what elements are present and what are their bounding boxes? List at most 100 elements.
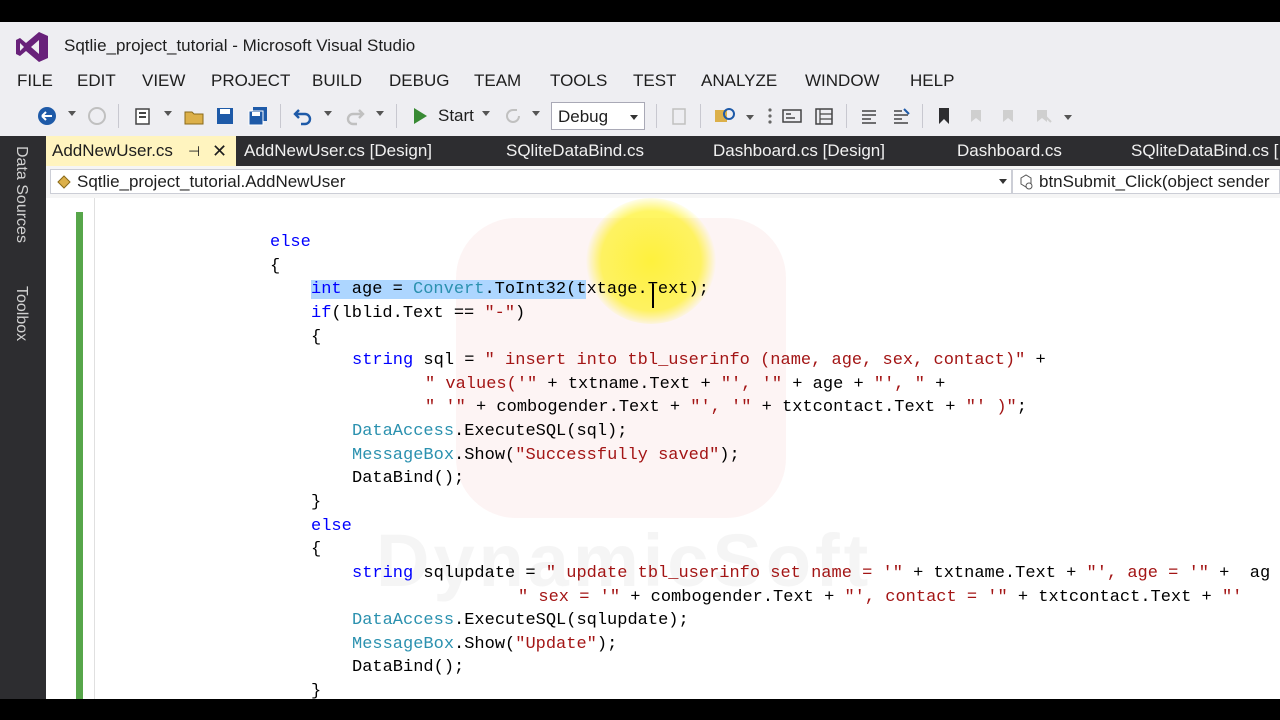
- navigation-bar: Sqtlie_project_tutorial.AddNewUser btnSu…: [46, 166, 1280, 199]
- redo-icon[interactable]: [344, 105, 366, 127]
- tab-label: Dashboard.cs: [957, 141, 1062, 160]
- start-dropdown-icon[interactable]: [482, 111, 490, 116]
- bookmark-icon[interactable]: [934, 105, 954, 127]
- toolbar-separator: [922, 104, 923, 128]
- menu-bar: FILE EDIT VIEW PROJECT BUILD DEBUG TEAM …: [0, 68, 1280, 94]
- next-bookmark-icon[interactable]: [998, 105, 1020, 127]
- code-text[interactable]: else { int age = Convert.ToInt32(txtage.…: [46, 198, 1280, 699]
- find-dropdown-icon[interactable]: [746, 115, 754, 120]
- solution-configuration-value: Debug: [558, 107, 609, 126]
- chevron-down-icon: [630, 115, 638, 120]
- code-line: DataBind();: [352, 469, 465, 488]
- menu-edit[interactable]: EDIT: [77, 71, 116, 91]
- code-line: DataAccess.ExecuteSQL(sql);: [352, 422, 628, 441]
- member-dropdown[interactable]: btnSubmit_Click(object sender: [1012, 169, 1280, 194]
- menu-view[interactable]: VIEW: [142, 71, 185, 91]
- start-icon[interactable]: [410, 105, 430, 127]
- tab-addnewuser-design[interactable]: AddNewUser.cs [Design]: [244, 136, 432, 166]
- refresh-icon[interactable]: [502, 105, 524, 127]
- code-line: " values('" + txtname.Text + "', '" + ag…: [425, 375, 946, 394]
- new-project-dropdown-icon[interactable]: [164, 111, 172, 116]
- code-line: " '" + combogender.Text + "', '" + txtco…: [425, 398, 1027, 417]
- clipboard-icon[interactable]: [668, 105, 690, 127]
- code-line: DataBind();: [352, 658, 465, 677]
- code-line: {: [311, 328, 322, 347]
- find-icon[interactable]: [712, 105, 738, 127]
- tab-sqlitedatabind-cs-2[interactable]: SQliteDataBind.cs [: [1131, 136, 1278, 166]
- code-line: }: [311, 493, 322, 512]
- uncomment-icon[interactable]: [890, 105, 912, 127]
- menu-test[interactable]: TEST: [633, 71, 676, 91]
- pin-icon[interactable]: ⊣: [188, 136, 200, 166]
- code-line: int age = Convert.ToInt32(txtage.Text);: [311, 280, 709, 299]
- more-options-icon[interactable]: [760, 105, 780, 127]
- class-path: Sqtlie_project_tutorial.AddNewUser: [77, 172, 346, 191]
- comment-icon[interactable]: [858, 105, 880, 127]
- back-icon[interactable]: [36, 105, 58, 127]
- solution-configuration-select[interactable]: Debug: [551, 102, 645, 130]
- toolbox-tab[interactable]: Toolbox: [12, 286, 30, 341]
- visual-studio-logo-icon: [16, 32, 48, 62]
- data-sources-tab[interactable]: Data Sources: [12, 146, 30, 243]
- window-title: Sqtlie_project_tutorial - Microsoft Visu…: [64, 36, 416, 55]
- save-icon[interactable]: [214, 105, 236, 127]
- menu-build[interactable]: BUILD: [312, 71, 362, 91]
- clear-bookmarks-icon[interactable]: [1032, 105, 1054, 127]
- menu-help[interactable]: HELP: [910, 71, 954, 91]
- tab-label: AddNewUser.cs [Design]: [244, 141, 433, 160]
- menu-file[interactable]: FILE: [17, 71, 53, 91]
- redo-dropdown-icon[interactable]: [376, 111, 384, 116]
- code-line: if(lblid.Text == "-"): [311, 304, 526, 323]
- forward-icon[interactable]: [86, 105, 108, 127]
- tab-dashboard-cs[interactable]: Dashboard.cs: [957, 136, 1062, 166]
- code-line: {: [311, 540, 322, 559]
- menu-tools[interactable]: TOOLS: [550, 71, 607, 91]
- class-icon: [57, 175, 71, 189]
- back-dropdown-icon[interactable]: [68, 111, 76, 116]
- undo-dropdown-icon[interactable]: [324, 111, 332, 116]
- code-line: " sex = '" + combogender.Text + "', cont…: [518, 588, 1243, 607]
- toolbar-separator: [656, 104, 657, 128]
- menu-team[interactable]: TEAM: [474, 71, 521, 91]
- menu-window[interactable]: WINDOW: [805, 71, 880, 91]
- start-button[interactable]: Start: [438, 106, 474, 126]
- refresh-dropdown-icon[interactable]: [532, 111, 540, 116]
- tab-sqlitedatabind-cs[interactable]: SQliteDataBind.cs: [506, 136, 644, 166]
- close-icon[interactable]: ✕: [212, 136, 227, 166]
- tab-label: AddNewUser.cs: [52, 141, 173, 160]
- toolbar-separator: [118, 104, 119, 128]
- indent-icon[interactable]: [780, 105, 804, 127]
- menu-analyze[interactable]: ANALYZE: [701, 71, 777, 91]
- tab-addnewuser-cs[interactable]: AddNewUser.cs ⊣ ✕: [46, 136, 236, 166]
- toolbar-separator: [700, 104, 701, 128]
- toolbar-overflow-icon[interactable]: [1064, 115, 1072, 120]
- code-line: DataAccess.ExecuteSQL(sqlupdate);: [352, 611, 689, 630]
- document-tab-well: AddNewUser.cs ⊣ ✕ AddNewUser.cs [Design]…: [46, 136, 1280, 166]
- letterbox-bottom: [0, 699, 1280, 720]
- previous-bookmark-icon[interactable]: [966, 105, 988, 127]
- undo-icon[interactable]: [292, 105, 314, 127]
- new-project-icon[interactable]: [132, 105, 154, 127]
- visual-studio-window: Sqtlie_project_tutorial - Microsoft Visu…: [0, 22, 1280, 699]
- method-icon: [1020, 174, 1033, 190]
- tab-dashboard-design[interactable]: Dashboard.cs [Design]: [713, 136, 885, 166]
- code-line: string sql = " insert into tbl_userinfo …: [352, 351, 1046, 370]
- menu-project[interactable]: PROJECT: [211, 71, 290, 91]
- class-dropdown[interactable]: Sqtlie_project_tutorial.AddNewUser: [50, 169, 1012, 194]
- save-all-icon[interactable]: [246, 105, 270, 127]
- standard-toolbar: Start Debug: [0, 96, 1280, 136]
- chevron-down-icon: [999, 179, 1007, 184]
- side-panel: Data Sources Toolbox: [0, 136, 46, 699]
- code-line: else: [270, 233, 311, 252]
- code-editor[interactable]: DynamicSoft else { int age = Convert.ToI…: [46, 198, 1280, 699]
- code-line: else: [311, 517, 352, 536]
- toolbar-separator: [280, 104, 281, 128]
- menu-debug[interactable]: DEBUG: [389, 71, 449, 91]
- letterbox-top: [0, 0, 1280, 22]
- tab-label: SQliteDataBind.cs: [506, 141, 644, 160]
- open-file-icon[interactable]: [182, 105, 206, 127]
- title-bar: Sqtlie_project_tutorial - Microsoft Visu…: [0, 22, 1280, 68]
- toolbar-separator: [846, 104, 847, 128]
- class-view-icon[interactable]: [812, 105, 836, 127]
- code-line: MessageBox.Show("Update");: [352, 635, 618, 654]
